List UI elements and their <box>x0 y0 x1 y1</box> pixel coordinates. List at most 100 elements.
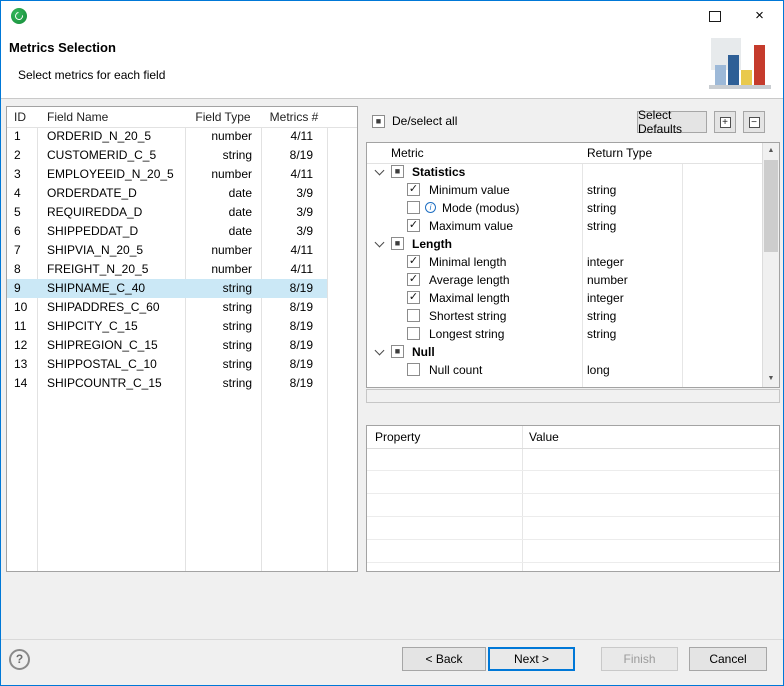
group-checkbox[interactable]: ■ <box>391 345 404 358</box>
next-button[interactable]: Next > <box>488 647 575 671</box>
tree-item-row[interactable]: ✓ Maximal length integer <box>367 289 763 307</box>
cancel-button[interactable]: Cancel <box>689 647 767 671</box>
metric-label: Average length <box>429 271 510 289</box>
cell-id: 6 <box>7 222 37 241</box>
group-checkbox[interactable]: ■ <box>391 165 404 178</box>
tree-item-row[interactable]: ✓ Minimum value string <box>367 181 763 199</box>
cell-metrics: 8/19 <box>261 355 327 374</box>
table-row[interactable]: 12SHIPREGION_C_15string8/19 <box>7 336 327 355</box>
checkbox-partial-icon: ■ <box>376 117 381 126</box>
table-row-selected[interactable]: 9SHIPNAME_C_40string8/19 <box>7 279 327 298</box>
cell-metrics: 3/9 <box>261 184 327 203</box>
cell-field-type: date <box>185 184 261 203</box>
footer: ? < Back Next > Finish Cancel <box>1 639 783 685</box>
cell-field-name: SHIPPOSTAL_C_10 <box>37 355 185 374</box>
fields-table-body: 1ORDERID_N_20_5number4/11 2CUSTOMERID_C_… <box>7 127 357 393</box>
column-header-field-name[interactable]: Field Name <box>47 107 108 127</box>
close-button[interactable]: × <box>737 1 782 31</box>
horizontal-scrollbar[interactable] <box>366 389 780 403</box>
table-row[interactable]: 7SHIPVIA_N_20_5number4/11 <box>7 241 327 260</box>
table-row[interactable]: 5REQUIREDDA_Ddate3/9 <box>7 203 327 222</box>
column-header-value[interactable]: Value <box>529 426 559 448</box>
metric-checkbox[interactable]: ✓ <box>407 291 420 304</box>
help-button[interactable]: ? <box>9 649 30 670</box>
tree-group-row[interactable]: ■ Length <box>367 235 763 253</box>
table-row[interactable]: 11SHIPCITY_C_15string8/19 <box>7 317 327 336</box>
cell-id: 11 <box>7 317 37 336</box>
tree-item-row[interactable]: ✓ Minimal length integer <box>367 253 763 271</box>
table-row[interactable]: 8FREIGHT_N_20_5number4/11 <box>7 260 327 279</box>
cell-field-name: SHIPCOUNTR_C_15 <box>37 374 185 393</box>
tree-item-row[interactable]: Shortest string string <box>367 307 763 325</box>
metric-checkbox[interactable] <box>407 327 420 340</box>
tree-group-row[interactable]: ■ Statistics <box>367 163 763 181</box>
scrollbar-thumb[interactable] <box>764 160 778 252</box>
tree-item-row[interactable]: Longest string string <box>367 325 763 343</box>
group-label: Statistics <box>412 163 465 181</box>
chevron-down-icon[interactable] <box>375 238 385 248</box>
scroll-down-icon[interactable]: ▼ <box>763 371 779 387</box>
expand-all-icon: + <box>720 117 731 128</box>
metric-checkbox[interactable]: ✓ <box>407 273 420 286</box>
metric-label: Maximal length <box>429 289 510 307</box>
metric-checkbox[interactable]: ✓ <box>407 255 420 268</box>
tree-item-row[interactable]: Null count long <box>367 361 763 379</box>
maximize-button[interactable] <box>692 1 737 31</box>
column-header-metric[interactable]: Metric <box>391 143 424 163</box>
table-row[interactable]: 14SHIPCOUNTR_C_15string8/19 <box>7 374 327 393</box>
cell-id: 5 <box>7 203 37 222</box>
return-type: string <box>587 325 616 343</box>
empty-row <box>367 540 779 563</box>
cell-metrics: 4/11 <box>261 260 327 279</box>
metric-label: Shortest string <box>429 307 506 325</box>
metric-checkbox[interactable] <box>407 363 420 376</box>
vertical-scrollbar[interactable]: ▲ ▼ <box>762 143 779 387</box>
back-button[interactable]: < Back <box>402 647 486 671</box>
select-defaults-button[interactable]: Select Defaults <box>637 111 707 133</box>
titlebar: × <box>1 1 783 31</box>
table-row[interactable]: 6SHIPPEDDAT_Ddate3/9 <box>7 222 327 241</box>
chevron-down-icon[interactable] <box>375 166 385 176</box>
cell-field-name: SHIPREGION_C_15 <box>37 336 185 355</box>
tree-item-row[interactable]: i Mode (modus) string <box>367 199 763 217</box>
metric-checkbox[interactable] <box>407 309 420 322</box>
fields-table: ID Field Name Field Type Metrics # 1ORDE… <box>6 106 358 572</box>
tree-item-row[interactable]: ✓ Average length number <box>367 271 763 289</box>
metrics-panel: ■ De/select all Select Defaults + − Metr… <box>366 106 780 572</box>
metric-checkbox[interactable] <box>407 201 420 214</box>
cell-field-name: SHIPVIA_N_20_5 <box>37 241 185 260</box>
cell-field-type: number <box>185 127 261 146</box>
column-header-return-type[interactable]: Return Type <box>587 143 652 163</box>
table-row[interactable]: 13SHIPPOSTAL_C_10string8/19 <box>7 355 327 374</box>
tree-group-row[interactable]: ■ Null <box>367 343 763 361</box>
cell-metrics: 3/9 <box>261 203 327 222</box>
column-header-property[interactable]: Property <box>375 426 420 448</box>
cell-field-type: string <box>185 298 261 317</box>
chevron-down-icon[interactable] <box>375 346 385 356</box>
tree-item-row[interactable]: ✓ Maximum value string <box>367 217 763 235</box>
collapse-all-icon: − <box>749 117 760 128</box>
scroll-up-icon[interactable]: ▲ <box>763 143 779 159</box>
deselect-all-checkbox[interactable]: ■ <box>372 115 385 128</box>
column-header-field-type[interactable]: Field Type <box>185 107 261 127</box>
cell-metrics: 3/9 <box>261 222 327 241</box>
column-header-metrics[interactable]: Metrics # <box>261 107 327 127</box>
table-row[interactable]: 2CUSTOMERID_C_5string8/19 <box>7 146 327 165</box>
metrics-selection-dialog: × Metrics Selection Select metrics for e… <box>0 0 784 686</box>
metric-label: Maximum value <box>429 217 513 235</box>
cell-id: 4 <box>7 184 37 203</box>
metric-checkbox[interactable]: ✓ <box>407 219 420 232</box>
column-header-id[interactable]: ID <box>14 107 26 127</box>
return-type: string <box>587 181 616 199</box>
group-checkbox[interactable]: ■ <box>391 237 404 250</box>
table-row[interactable]: 3EMPLOYEEID_N_20_5number4/11 <box>7 165 327 184</box>
return-type: long <box>587 361 610 379</box>
table-row[interactable]: 4ORDERDATE_Ddate3/9 <box>7 184 327 203</box>
expand-all-button[interactable]: + <box>714 111 736 133</box>
collapse-all-button[interactable]: − <box>743 111 765 133</box>
table-row[interactable]: 1ORDERID_N_20_5number4/11 <box>7 127 327 146</box>
metric-checkbox[interactable]: ✓ <box>407 183 420 196</box>
deselect-all-label[interactable]: De/select all <box>392 115 457 128</box>
table-row[interactable]: 10SHIPADDRES_C_60string8/19 <box>7 298 327 317</box>
cell-id: 2 <box>7 146 37 165</box>
